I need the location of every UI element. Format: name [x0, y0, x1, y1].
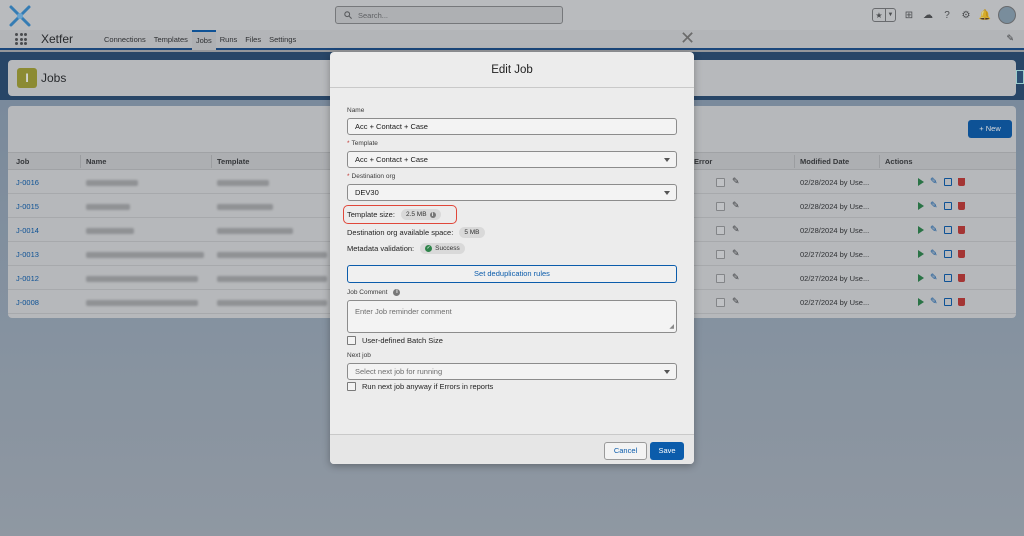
destination-org-value: DEV30: [355, 188, 379, 197]
run-anyway-checkbox-row[interactable]: Run next job anyway if Errors in reports: [347, 382, 493, 391]
dest-space-row: Destination org available space: 5 MB: [347, 227, 485, 238]
info-icon[interactable]: i: [429, 211, 436, 218]
template-label: * Template: [347, 140, 378, 147]
side-panel-tab[interactable]: [1016, 70, 1024, 84]
resize-handle-icon[interactable]: ◢: [669, 323, 674, 330]
dest-space-label: Destination org available space:: [347, 228, 454, 237]
edit-job-modal: Edit Job Name Acc + Contact + Case * Temp…: [330, 52, 694, 464]
template-value: Acc + Contact + Case: [355, 155, 428, 164]
batch-size-label: User-defined Batch Size: [362, 336, 443, 345]
required-mark: *: [347, 140, 350, 147]
metadata-validation-label: Metadata validation:: [347, 244, 415, 253]
job-comment-placeholder: Enter Job reminder comment: [355, 307, 452, 316]
destination-org-select[interactable]: DEV30: [347, 184, 677, 201]
destination-org-label: * Destination org: [347, 173, 396, 180]
job-comment-label: Job Comment i: [347, 289, 401, 296]
modal-title: Edit Job: [330, 52, 694, 88]
required-mark: *: [347, 173, 350, 180]
next-job-placeholder: Select next job for running: [355, 367, 443, 376]
set-deduplication-rules-button[interactable]: Set deduplication rules: [347, 265, 677, 283]
template-select[interactable]: Acc + Contact + Case: [347, 151, 677, 168]
template-size-row: Template size: 2.5 MB i: [347, 209, 441, 220]
next-job-label: Next job: [347, 352, 371, 359]
close-icon[interactable]: ✕: [680, 29, 695, 47]
name-label: Name: [347, 107, 365, 114]
dest-space-badge: 5 MB: [459, 227, 485, 238]
run-anyway-checkbox[interactable]: [347, 382, 356, 391]
modal-footer: Cancel Save: [330, 434, 694, 464]
info-icon[interactable]: i: [393, 289, 401, 296]
name-value: Acc + Contact + Case: [355, 122, 428, 131]
next-job-select[interactable]: Select next job for running: [347, 363, 677, 380]
template-size-label: Template size:: [347, 210, 395, 219]
name-field[interactable]: Acc + Contact + Case: [347, 118, 677, 135]
batch-size-checkbox-row[interactable]: User-defined Batch Size: [347, 336, 443, 345]
save-button[interactable]: Save: [650, 442, 684, 460]
job-comment-textarea[interactable]: Enter Job reminder comment ◢: [347, 300, 677, 333]
template-size-badge: 2.5 MB i: [400, 209, 441, 220]
run-anyway-label: Run next job anyway if Errors in reports: [362, 382, 494, 391]
cancel-button[interactable]: Cancel: [604, 442, 647, 460]
check-circle-icon: ✓: [425, 245, 433, 252]
metadata-validation-row: Metadata validation: ✓ Success: [347, 243, 465, 254]
batch-size-checkbox[interactable]: [347, 336, 356, 345]
status-badge: ✓ Success: [420, 243, 465, 254]
